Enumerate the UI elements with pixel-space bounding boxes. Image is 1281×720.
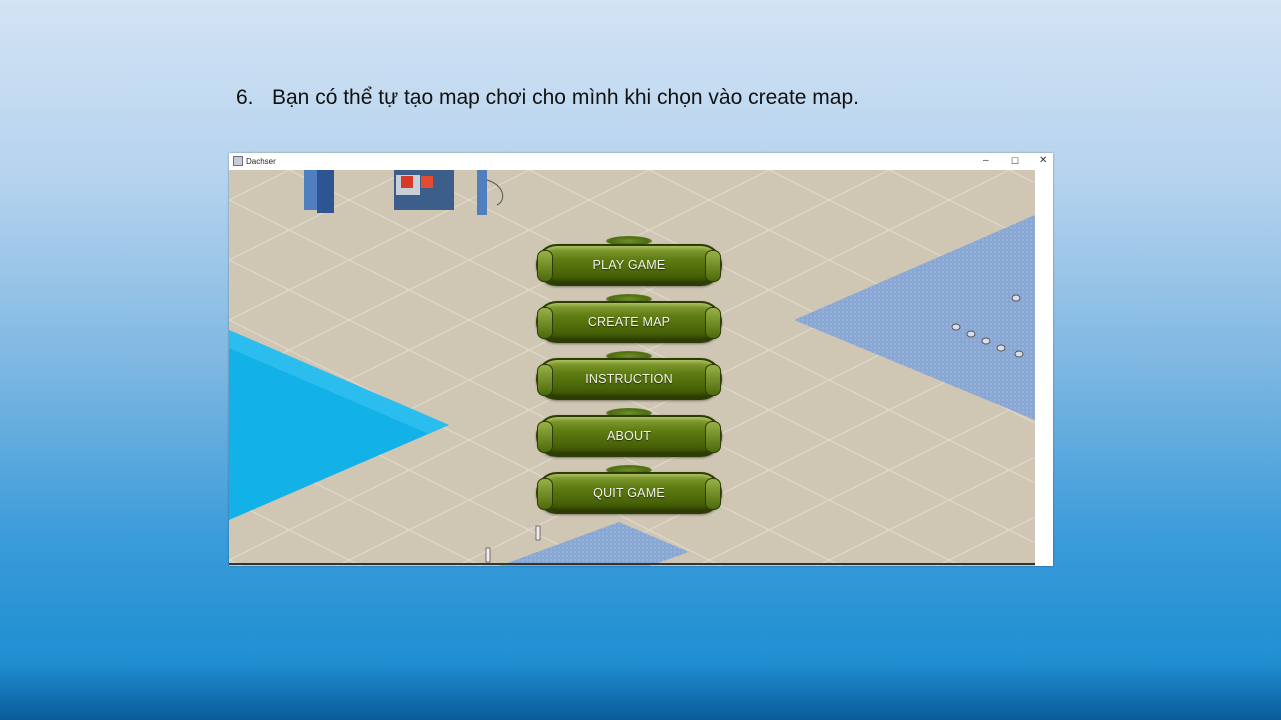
window-titlebar[interactable]: Dachser – ☐ ✕ — [229, 153, 1053, 170]
close-button[interactable]: ✕ — [1039, 154, 1047, 168]
window-title: Dachser — [246, 157, 276, 166]
instruction-button[interactable]: INSTRUCTION — [536, 358, 722, 400]
quit-game-button[interactable]: QUIT GAME — [536, 472, 722, 514]
game-canvas[interactable]: PLAY GAME CREATE MAP INSTRUCTION ABOUT Q… — [229, 170, 1035, 566]
minimize-button[interactable]: – — [983, 154, 989, 168]
about-button[interactable]: ABOUT — [536, 415, 722, 457]
item-text: Bạn có thể tự tạo map chơi cho mình khi … — [272, 86, 859, 109]
window-border — [1035, 170, 1053, 566]
maximize-button[interactable]: ☐ — [1011, 154, 1019, 168]
app-icon — [233, 156, 243, 166]
slide-instruction-text: 6. Bạn có thể tự tạo map chơi cho mình kh… — [236, 86, 859, 110]
item-number: 6. — [236, 86, 254, 109]
game-window: Dachser – ☐ ✕ PLAY GAME CREATE MAP INSTR… — [229, 153, 1053, 566]
play-game-button[interactable]: PLAY GAME — [536, 244, 722, 286]
create-map-button[interactable]: CREATE MAP — [536, 301, 722, 343]
